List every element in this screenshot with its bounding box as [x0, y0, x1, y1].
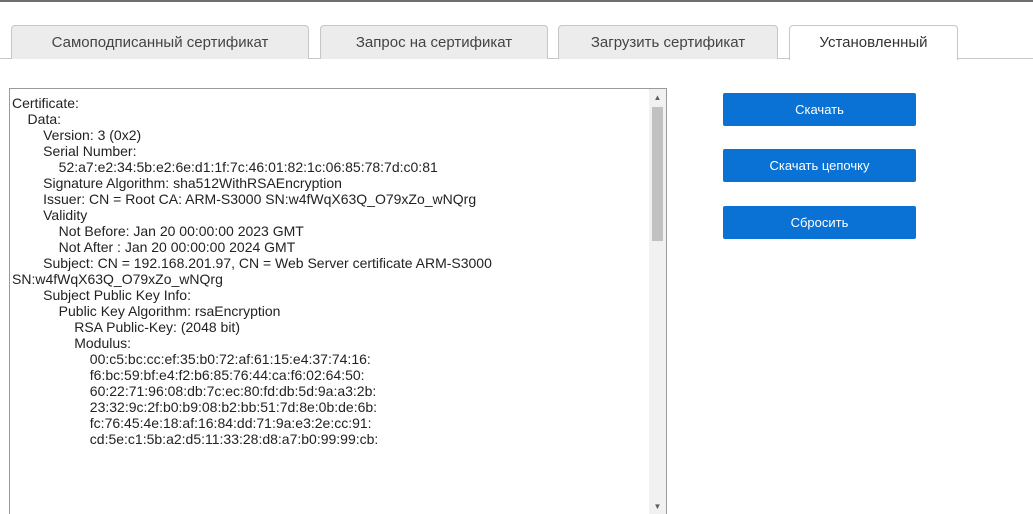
- certificate-line: Public Key Algorithm: rsaEncryption: [12, 303, 281, 319]
- certificate-text-area[interactable]: Certificate: Data: Version: 3 (0x2) Seri…: [9, 88, 667, 514]
- certificate-line: fc:76:45:4e:18:af:16:84:dd:71:9a:e3:2e:c…: [12, 415, 372, 431]
- scroll-down-arrow-icon[interactable]: ▼: [649, 498, 666, 514]
- certificate-line: Subject Public Key Info:: [12, 287, 191, 303]
- certificate-line: Version: 3 (0x2): [12, 127, 142, 143]
- certificate-line: 00:c5:bc:cc:ef:35:b0:72:af:61:15:e4:37:7…: [12, 351, 371, 367]
- reset-button[interactable]: Сбросить: [723, 206, 916, 239]
- certificate-line: Data:: [12, 111, 62, 127]
- certificate-line: Not Before: Jan 20 00:00:00 2023 GMT: [12, 223, 304, 239]
- certificate-line: Modulus:: [12, 335, 132, 351]
- certificate-line: Subject: CN = 192.168.201.97, CN = Web S…: [12, 255, 492, 271]
- certificate-text: Certificate: Data: Version: 3 (0x2) Seri…: [10, 95, 650, 447]
- certificate-line: 60:22:71:96:08:db:7c:ec:80:fd:db:5d:9a:a…: [12, 383, 377, 399]
- certificate-line: Validity: [12, 207, 88, 223]
- scroll-thumb[interactable]: [652, 107, 663, 241]
- tab-installed[interactable]: Установленный: [789, 25, 958, 60]
- certificate-line: SN:w4fWqX63Q_O79xZo_wNQrg: [12, 271, 223, 287]
- certificate-line: 52:a7:e2:34:5b:e2:6e:d1:1f:7c:46:01:82:1…: [12, 159, 438, 175]
- scroll-up-arrow-icon[interactable]: ▲: [649, 89, 666, 106]
- tab-certificate-request[interactable]: Запрос на сертификат: [320, 25, 548, 59]
- certificate-line: f6:bc:59:bf:e4:f2:b6:85:76:44:ca:f6:02:6…: [12, 367, 365, 383]
- certificate-line: Certificate:: [12, 95, 79, 111]
- vertical-scrollbar[interactable]: ▲ ▼: [649, 89, 666, 514]
- certificate-line: cd:5e:c1:5b:a2:d5:11:33:28:d8:a7:b0:99:9…: [12, 431, 379, 447]
- certificate-line: Issuer: CN = Root CA: ARM-S3000 SN:w4fWq…: [12, 191, 477, 207]
- download-chain-button[interactable]: Скачать цепочку: [723, 149, 916, 182]
- download-button[interactable]: Скачать: [723, 93, 916, 126]
- certificate-line: Not After : Jan 20 00:00:00 2024 GMT: [12, 239, 296, 255]
- certificate-line: Serial Number:: [12, 143, 137, 159]
- certificate-line: Signature Algorithm: sha512WithRSAEncryp…: [12, 175, 342, 191]
- tab-self-signed-certificate[interactable]: Самоподписанный сертификат: [11, 25, 309, 59]
- top-divider: [0, 0, 1033, 2]
- tab-upload-certificate[interactable]: Загрузить сертификат: [558, 25, 778, 59]
- certificate-line: 23:32:9c:2f:b0:b9:08:b2:bb:51:7d:8e:0b:d…: [12, 399, 378, 415]
- certificate-line: RSA Public-Key: (2048 bit): [12, 319, 240, 335]
